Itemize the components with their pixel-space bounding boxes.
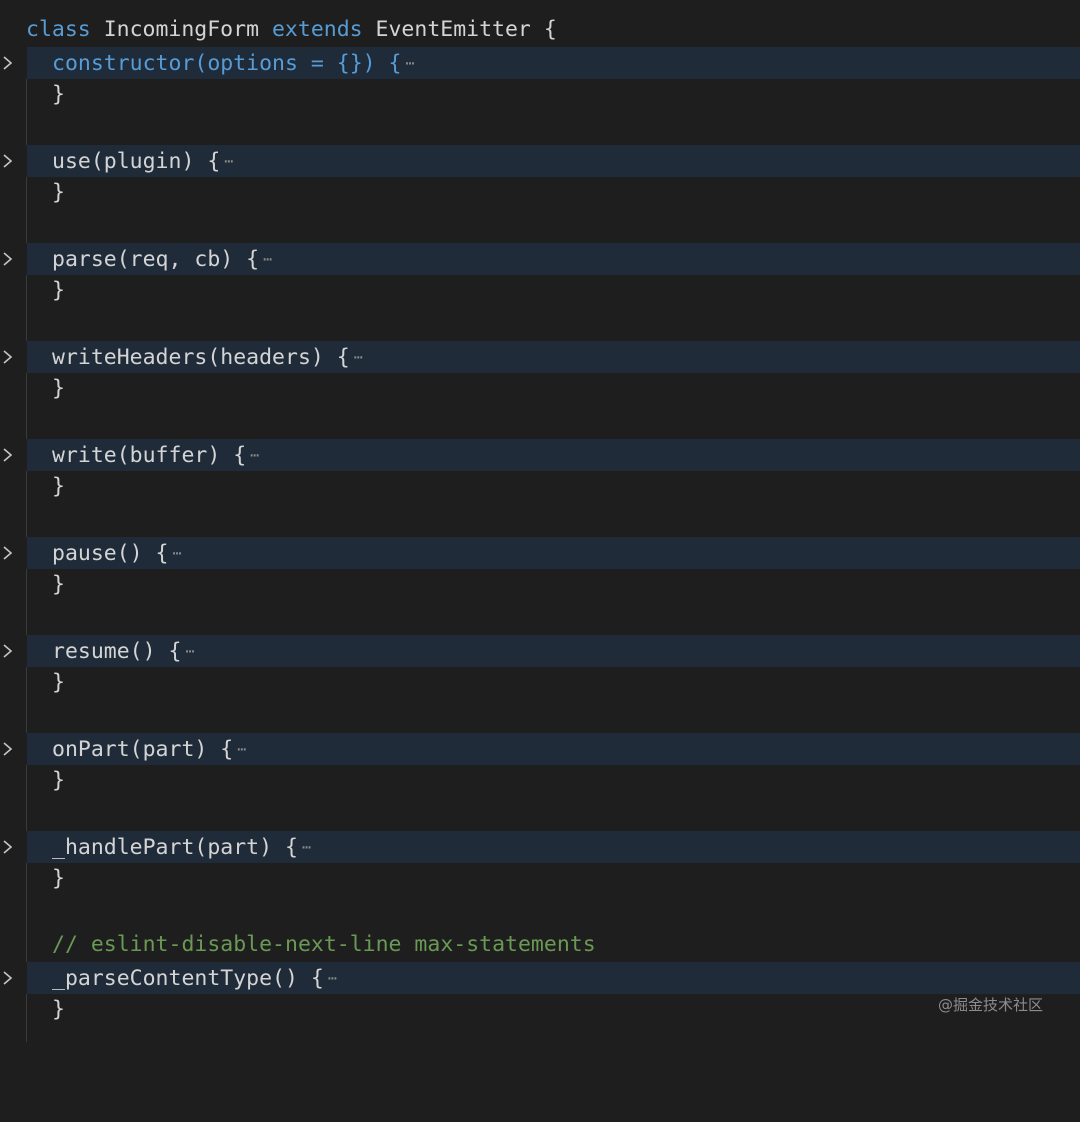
method-close-line: }: [0, 569, 1080, 601]
chevron-right-icon[interactable]: [0, 831, 20, 863]
folded-method-line[interactable]: _parseContentType() {⋯: [0, 962, 1080, 994]
method-close-line: }: [0, 765, 1080, 797]
method-signature-text: use(plugin) {: [52, 149, 221, 174]
method-signature: _handlePart(part) {⋯: [52, 831, 311, 863]
folded-ellipsis-icon[interactable]: ⋯: [328, 969, 337, 987]
close-brace: }: [52, 180, 65, 205]
close-brace: }: [52, 474, 65, 499]
open-brace: {: [530, 17, 557, 42]
method-signature-text: pause() {: [52, 541, 169, 566]
close-brace: }: [52, 670, 65, 695]
folded-ellipsis-icon[interactable]: ⋯: [173, 544, 182, 562]
method-close-line: }: [0, 667, 1080, 699]
method-signature-text: _parseContentType() {: [52, 966, 324, 991]
close-brace: }: [52, 572, 65, 597]
method-close-line: }: [0, 177, 1080, 209]
method-close-line: }: [0, 863, 1080, 895]
folded-method-line[interactable]: _handlePart(part) {⋯: [0, 831, 1080, 863]
folded-ellipsis-icon[interactable]: ⋯: [406, 54, 415, 72]
folded-method-line[interactable]: write(buffer) {⋯: [0, 439, 1080, 471]
close-brace: }: [52, 768, 65, 793]
folded-ellipsis-icon[interactable]: ⋯: [237, 740, 246, 758]
extends-keyword: extends: [271, 17, 363, 42]
method-signature: _parseContentType() {⋯: [52, 962, 337, 994]
folded-method-line[interactable]: use(plugin) {⋯: [0, 145, 1080, 177]
method-signature: onPart(part) {⋯: [52, 733, 246, 765]
chevron-right-icon[interactable]: [0, 635, 20, 667]
folded-ellipsis-icon[interactable]: ⋯: [250, 446, 259, 464]
method-signature: pause() {⋯: [52, 537, 182, 569]
method-signature: use(plugin) {⋯: [52, 145, 233, 177]
method-close-line: }: [0, 471, 1080, 503]
comment-line[interactable]: // eslint-disable-next-line max-statemen…: [0, 929, 1080, 961]
folded-method-line[interactable]: onPart(part) {⋯: [0, 733, 1080, 765]
chevron-right-icon[interactable]: [0, 145, 20, 177]
method-signature: writeHeaders(headers) {⋯: [52, 341, 363, 373]
folded-ellipsis-icon[interactable]: ⋯: [224, 152, 233, 170]
folded-method-line[interactable]: writeHeaders(headers) {⋯: [0, 341, 1080, 373]
folded-ellipsis-icon[interactable]: ⋯: [354, 348, 363, 366]
folded-method-line[interactable]: constructor(options = {}) {⋯: [0, 47, 1080, 79]
method-signature-text: resume() {: [52, 639, 182, 664]
parent-class-name: EventEmitter: [375, 17, 531, 42]
method-signature: resume() {⋯: [52, 635, 194, 667]
method-signature-text: write(buffer) {: [52, 443, 247, 468]
method-signature: parse(req, cb) {⋯: [52, 243, 272, 275]
watermark: @掘金技术社区: [938, 996, 1044, 1014]
close-brace: }: [52, 997, 65, 1022]
close-brace: }: [52, 866, 65, 891]
close-brace: }: [52, 278, 65, 303]
folded-ellipsis-icon[interactable]: ⋯: [185, 642, 194, 660]
close-brace: }: [52, 376, 65, 401]
chevron-right-icon[interactable]: [0, 243, 20, 275]
code-editor[interactable]: class IncomingForm extends EventEmitter …: [0, 0, 1080, 1042]
chevron-right-icon[interactable]: [0, 439, 20, 471]
folded-ellipsis-icon[interactable]: ⋯: [302, 838, 311, 856]
method-close-line: }: [0, 275, 1080, 307]
eslint-comment: // eslint-disable-next-line max-statemen…: [52, 932, 596, 957]
close-brace: }: [52, 82, 65, 107]
method-signature: constructor(options = {}) {⋯: [52, 47, 415, 79]
chevron-right-icon[interactable]: [0, 47, 20, 79]
folded-ellipsis-icon[interactable]: ⋯: [263, 250, 272, 268]
method-signature-text: writeHeaders(headers) {: [52, 345, 350, 370]
folded-method-line[interactable]: parse(req, cb) {⋯: [0, 243, 1080, 275]
method-signature-text: constructor(options = {}) {: [52, 51, 402, 76]
method-signature-text: onPart(part) {: [52, 737, 234, 762]
class-keyword: class: [26, 17, 91, 42]
class-declaration: class IncomingForm extends EventEmitter …: [26, 14, 557, 46]
chevron-right-icon[interactable]: [0, 341, 20, 373]
chevron-right-icon[interactable]: [0, 733, 20, 765]
folded-method-line[interactable]: resume() {⋯: [0, 635, 1080, 667]
chevron-right-icon[interactable]: [0, 962, 20, 994]
class-name: IncomingForm: [103, 17, 260, 42]
method-close-line: }: [0, 79, 1080, 111]
method-signature: write(buffer) {⋯: [52, 439, 259, 471]
method-signature-text: _handlePart(part) {: [52, 835, 298, 860]
method-close-line: }: [0, 994, 1080, 1026]
chevron-right-icon[interactable]: [0, 537, 20, 569]
method-close-line: }: [0, 373, 1080, 405]
class-declaration-line[interactable]: class IncomingForm extends EventEmitter …: [0, 14, 1080, 46]
method-signature-text: parse(req, cb) {: [52, 247, 260, 272]
folded-method-line[interactable]: pause() {⋯: [0, 537, 1080, 569]
